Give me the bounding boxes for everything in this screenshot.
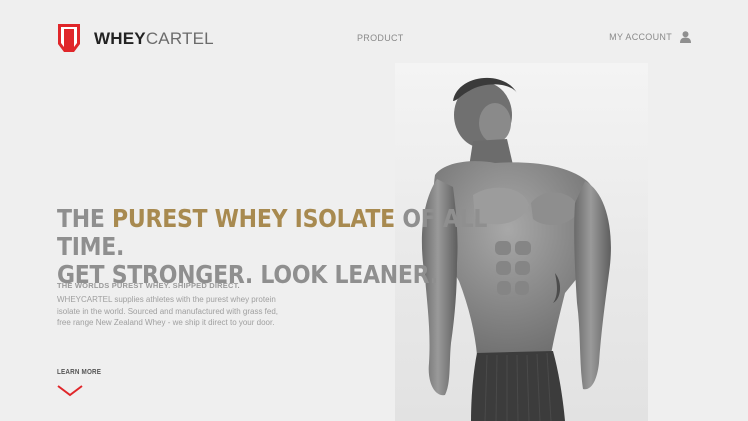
shield-logo-icon (58, 24, 80, 52)
brand-name-bold: WHEY (94, 28, 146, 48)
my-account-link[interactable]: MY ACCOUNT (609, 31, 691, 43)
my-account-label: MY ACCOUNT (609, 32, 672, 42)
brand-name: WHEYCARTEL (94, 30, 214, 47)
landing-page: WHEYCARTEL PRODUCT MY ACCOUNT THE PUREST… (0, 0, 748, 421)
headline-prefix: THE (57, 204, 113, 233)
user-icon (680, 31, 691, 43)
chevron-down-icon[interactable] (57, 385, 83, 397)
nav-product-link[interactable]: PRODUCT (357, 33, 404, 43)
learn-more-link[interactable]: LEARN MORE (57, 369, 101, 376)
headline-highlight: PUREST WHEY ISOLATE (112, 204, 395, 233)
hero-body-copy: WHEYCARTEL supplies athletes with the pu… (57, 295, 279, 327)
brand-name-light: CARTEL (145, 28, 214, 48)
hero-subheading: THE WORLDS PUREST WHEY. SHIPPED DIRECT. (57, 281, 240, 290)
brand-logo[interactable]: WHEYCARTEL (57, 23, 214, 53)
hero-headline: THE PUREST WHEY ISOLATE OF ALL TIME. GET… (57, 205, 515, 289)
